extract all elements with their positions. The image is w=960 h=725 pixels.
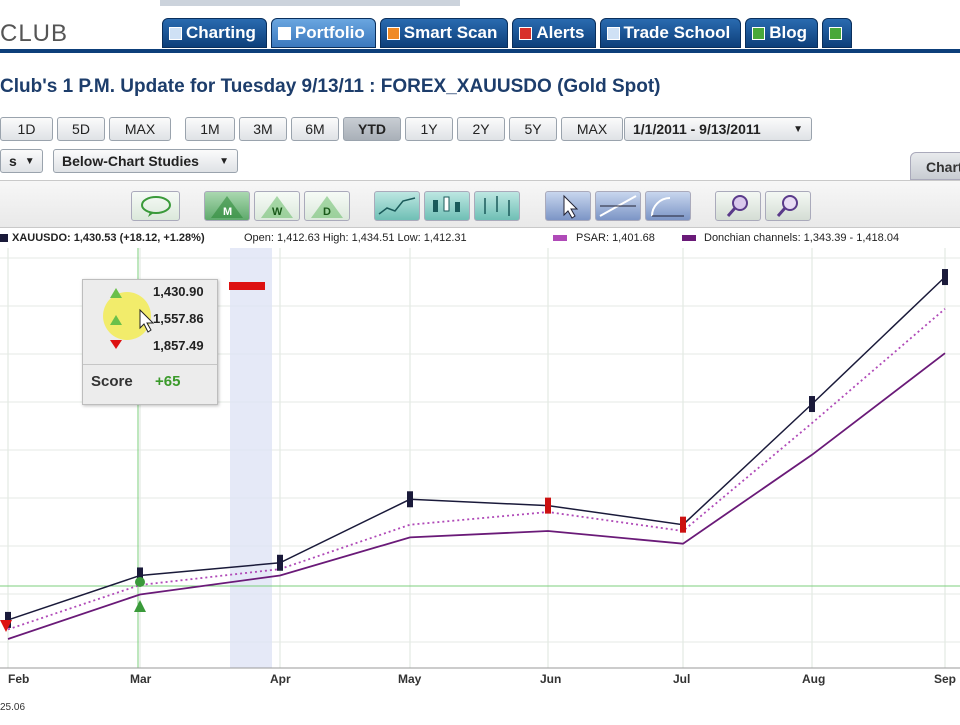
chart-legend: XAUUSDO: 1,430.53 (+18.12, +1.28%) Open:… xyxy=(0,230,960,246)
x-tick-label: Feb xyxy=(8,672,30,686)
period-1m-button[interactable]: 1M xyxy=(185,117,235,141)
signal-marker xyxy=(229,282,265,290)
price-candle xyxy=(407,491,413,508)
x-tick-label: Sep xyxy=(934,672,957,686)
alerts-icon xyxy=(519,26,533,40)
x-tick-label: Mar xyxy=(130,672,152,686)
tab-trade-school[interactable]: Trade School xyxy=(599,18,742,48)
fibonacci-icon[interactable] xyxy=(645,191,691,221)
score-panel: 1,430.90 1,557.86 1,857.49 Score +65 xyxy=(82,279,218,405)
tab-more[interactable] xyxy=(822,18,853,48)
symbol-swatch xyxy=(0,234,8,242)
trendline-icon[interactable] xyxy=(595,191,641,221)
tab-charting[interactable]: Charting xyxy=(162,18,267,48)
level-down-icon xyxy=(110,340,122,349)
tab-smart-scan[interactable]: Smart Scan xyxy=(379,18,509,48)
score-divider xyxy=(83,364,217,365)
symbol-legend: XAUUSDO: 1,430.53 (+18.12, +1.28%) xyxy=(12,232,205,244)
period-3m-button[interactable]: 3M xyxy=(239,117,287,141)
highlight-band xyxy=(230,248,272,668)
main-nav: Charting Portfolio Smart Scan Alerts Tra… xyxy=(162,18,856,48)
smart-scan-icon xyxy=(386,26,400,40)
price-candle xyxy=(277,554,283,571)
period-1d-button[interactable]: 1D xyxy=(0,117,53,141)
weekly-icon[interactable]: W xyxy=(254,191,300,221)
level-1-value: 1,430.90 xyxy=(153,284,204,299)
chart-tab[interactable]: Chart xyxy=(910,152,960,180)
price-candle xyxy=(942,269,948,286)
x-tick-label: Jul xyxy=(673,672,691,686)
zoom-out-icon[interactable] xyxy=(765,191,811,221)
site-logo[interactable]: CLUB xyxy=(0,20,68,48)
pointer-icon[interactable] xyxy=(545,191,591,221)
above-chart-studies-select[interactable]: s ▼ xyxy=(0,149,43,173)
chart-icon xyxy=(169,26,182,40)
score-value: +65 xyxy=(155,373,181,390)
period-ytd-button[interactable]: YTD xyxy=(343,117,401,141)
daily-icon[interactable]: D xyxy=(304,191,350,221)
level-3-value: 1,857.49 xyxy=(153,338,204,353)
line-chart-icon[interactable] xyxy=(374,191,420,221)
svg-text:W: W xyxy=(272,206,283,218)
period-5d-button[interactable]: 5D xyxy=(57,117,105,141)
level-2-value: 1,557.86 xyxy=(153,311,204,326)
bar-chart-icon[interactable] xyxy=(474,191,520,221)
period-max-button-2[interactable]: MAX xyxy=(561,117,623,141)
svg-text:D: D xyxy=(323,206,331,218)
x-tick-label: Aug xyxy=(802,672,826,686)
top-strip xyxy=(160,0,460,6)
x-tick-label: May xyxy=(398,672,422,686)
zoom-in-icon[interactable] xyxy=(715,191,761,221)
date-range-select[interactable]: 1/1/2011 - 9/13/2011 ▼ xyxy=(624,117,812,141)
candlestick-chart-icon[interactable] xyxy=(424,191,470,221)
nav-underline xyxy=(0,49,960,53)
chart-tools-bar: M W D xyxy=(0,180,960,228)
period-toolbar: 1D 5D MAX 1M 3M 6M YTD 1Y 2Y 5Y MAX xyxy=(0,117,627,143)
donchian-legend: Donchian channels: 1,343.39 - 1,418.04 xyxy=(704,232,900,244)
price-candle xyxy=(545,497,551,514)
page-title: Club's 1 P.M. Update for Tuesday 9/13/11… xyxy=(0,76,661,97)
tab-alerts[interactable]: Alerts xyxy=(512,18,596,48)
chevron-down-icon: ▼ xyxy=(219,155,229,167)
period-5y-button[interactable]: 5Y xyxy=(509,117,557,141)
period-6m-button[interactable]: 6M xyxy=(291,117,339,141)
trade-school-icon xyxy=(606,26,620,40)
studies-toolbar: s ▼ Below-Chart Studies ▼ xyxy=(0,149,248,175)
monthly-icon[interactable]: M xyxy=(204,191,250,221)
chevron-down-icon: ▼ xyxy=(793,123,803,135)
score-label: Score xyxy=(91,373,133,390)
chevron-down-icon: ▼ xyxy=(24,155,35,167)
period-2y-button[interactable]: 2Y xyxy=(457,117,505,141)
x-tick-label: Jun xyxy=(540,672,562,686)
period-max-button[interactable]: MAX xyxy=(109,117,171,141)
x-tick-label: Apr xyxy=(270,672,291,686)
psar-legend: PSAR: 1,401.68 xyxy=(576,232,655,244)
portfolio-icon xyxy=(277,26,291,40)
buy-signal-icon xyxy=(135,577,145,587)
tab-portfolio[interactable]: Portfolio xyxy=(270,18,376,48)
footer-value: 25.06 xyxy=(0,702,26,713)
buy-arrow-icon xyxy=(134,600,146,612)
below-chart-studies-select[interactable]: Below-Chart Studies ▼ xyxy=(53,149,238,173)
ohlc-legend: Open: 1,412.63 High: 1,434.51 Low: 1,412… xyxy=(244,232,467,244)
tab-blog[interactable]: Blog xyxy=(745,18,819,48)
blog-icon xyxy=(752,26,766,40)
donchian-swatch xyxy=(682,235,696,241)
svg-text:M: M xyxy=(223,206,232,218)
more-icon xyxy=(829,26,843,40)
period-1y-button[interactable]: 1Y xyxy=(405,117,453,141)
price-candle xyxy=(809,396,815,413)
price-candle xyxy=(680,516,686,533)
chat-bubble-icon[interactable] xyxy=(131,191,180,221)
psar-swatch xyxy=(553,235,567,241)
